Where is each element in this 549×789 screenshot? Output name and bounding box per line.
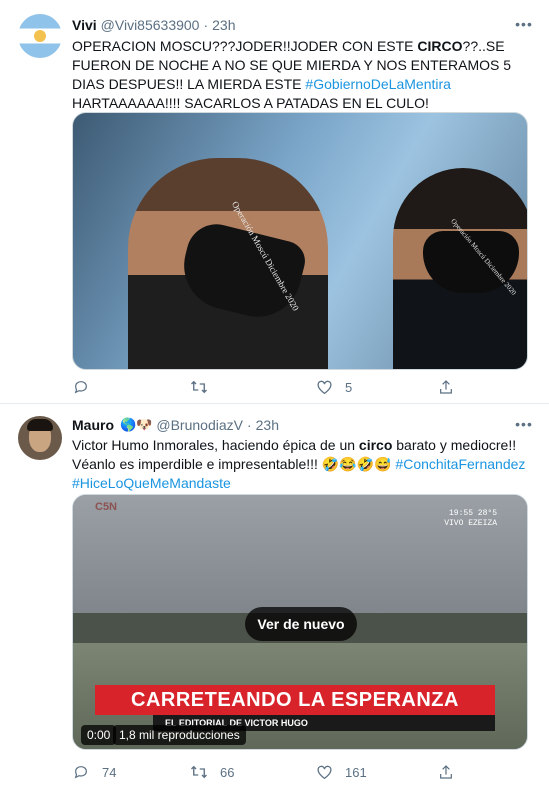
tweet-text: Victor Humo Inmorales, haciendo épica de… bbox=[72, 436, 532, 493]
text-segment: OPERACION MOSCU???JODER!!JODER CON ESTE bbox=[72, 38, 418, 54]
retweet-icon bbox=[190, 763, 208, 781]
like-button[interactable]: 161 bbox=[315, 762, 367, 782]
news-banner: CARRETEANDO LA ESPERANZA bbox=[95, 685, 495, 715]
display-name[interactable]: Mauro bbox=[72, 417, 114, 433]
replay-button[interactable]: Ver de nuevo bbox=[245, 607, 357, 641]
like-count: 5 bbox=[345, 379, 353, 395]
avatar[interactable] bbox=[18, 14, 62, 58]
separator-dot: · bbox=[203, 17, 209, 33]
separator-dot: · bbox=[246, 417, 252, 433]
channel-logo: C5N bbox=[95, 501, 118, 513]
share-icon bbox=[437, 763, 455, 781]
text-segment: Victor Humo Inmorales, haciendo épica de… bbox=[72, 437, 359, 453]
tweet-photo[interactable]: Operación Moscú Diciembre 2020 Operación… bbox=[72, 112, 528, 370]
clock-time: 19:55 28°5 bbox=[448, 509, 497, 518]
avatar[interactable] bbox=[18, 416, 62, 460]
tweet-vivi[interactable]: Vivi @Vivi85633900 · 23h ••• OPERACION M… bbox=[0, 0, 549, 404]
retweet-button[interactable] bbox=[190, 377, 220, 397]
reply-button[interactable]: 74 bbox=[72, 762, 116, 782]
hashtag-link[interactable]: #HiceLoQueMeMandaste bbox=[72, 475, 231, 491]
tweet-header: Mauro 🌎🐶 @BrunodiazV · 23h bbox=[72, 416, 279, 434]
hashtag-link[interactable]: #GobiernoDeLaMentira bbox=[305, 76, 451, 92]
user-handle[interactable]: @Vivi85633900 bbox=[101, 17, 200, 33]
video-elapsed: 0:00 bbox=[81, 725, 117, 745]
clock-place: VIVO EZEIZA bbox=[444, 519, 497, 528]
tweet-header: Vivi @Vivi85633900 · 23h bbox=[72, 16, 236, 34]
more-icon[interactable]: ••• bbox=[515, 417, 533, 435]
heart-icon bbox=[315, 378, 333, 396]
retweet-button[interactable]: 66 bbox=[190, 762, 234, 782]
retweet-count: 66 bbox=[220, 764, 235, 780]
like-count: 161 bbox=[345, 764, 367, 780]
timestamp[interactable]: 23h bbox=[212, 17, 235, 33]
like-button[interactable]: 5 bbox=[315, 377, 352, 397]
timestamp[interactable]: 23h bbox=[256, 417, 279, 433]
name-emojis: 🌎🐶 bbox=[120, 417, 153, 432]
display-name[interactable]: Vivi bbox=[72, 17, 97, 33]
channel-clock: 19:55 28°5 VIVO EZEIZA bbox=[444, 509, 497, 529]
keyword-highlight: CIRCO bbox=[417, 38, 463, 54]
reply-count: 74 bbox=[102, 764, 117, 780]
text-segment: HARTAAAAAA!!!! SACARLOS A PATADAS EN EL … bbox=[72, 95, 429, 111]
reply-icon bbox=[72, 763, 90, 781]
sun-icon bbox=[34, 30, 46, 42]
reply-button[interactable] bbox=[72, 377, 102, 397]
more-icon[interactable]: ••• bbox=[515, 17, 533, 35]
share-button[interactable] bbox=[437, 377, 455, 397]
hair bbox=[27, 419, 53, 431]
keyword-highlight: circo bbox=[358, 437, 393, 453]
retweet-icon bbox=[190, 378, 208, 396]
heart-icon bbox=[315, 763, 333, 781]
user-handle[interactable]: @BrunodiazV bbox=[156, 417, 243, 433]
share-button[interactable] bbox=[437, 762, 455, 782]
share-icon bbox=[437, 378, 455, 396]
tweet-text: OPERACION MOSCU???JODER!!JODER CON ESTE … bbox=[72, 37, 532, 113]
hashtag-link[interactable]: #ConchitaFernandez bbox=[395, 456, 525, 472]
reply-icon bbox=[72, 378, 90, 396]
video-views: 1,8 mil reproducciones bbox=[113, 725, 246, 745]
tweet-video[interactable]: C5N 19:55 28°5 VIVO EZEIZA CARRETEANDO LA… bbox=[72, 494, 528, 750]
